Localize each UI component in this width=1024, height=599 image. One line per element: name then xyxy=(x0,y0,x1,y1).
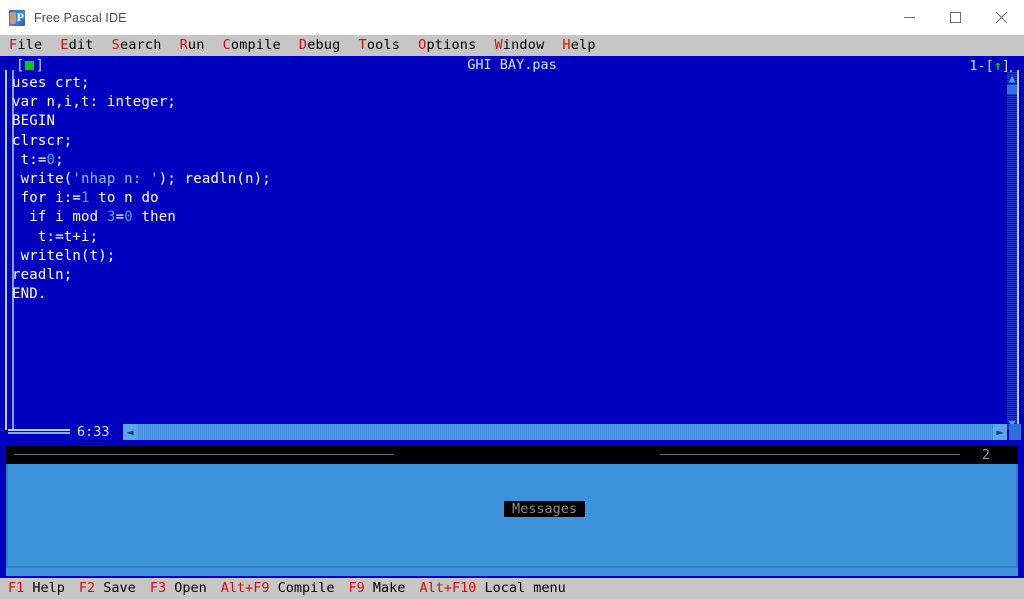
menu-item-tools[interactable]: Tools xyxy=(359,35,401,56)
menu-item-options[interactable]: Options xyxy=(418,35,476,56)
editor-horizontal-scrollbar[interactable]: ◄ ► xyxy=(123,424,1021,440)
code-line: uses crt; var n,i,t: integer; BEGIN clrs… xyxy=(12,75,176,168)
free-pascal-ide-window: P Free Pascal IDE File Edit Search Run C… xyxy=(0,0,1024,599)
close-icon[interactable] xyxy=(978,0,1024,35)
editor-vertical-scrollbar[interactable] xyxy=(1007,72,1017,430)
messages-window-number: 2 xyxy=(975,446,996,464)
status-key-altf10-local-menu[interactable]: Alt+F10 Local menu xyxy=(419,578,565,599)
menu-item-file[interactable]: File xyxy=(9,35,42,56)
number-literal: 0 xyxy=(46,151,56,168)
os-window-controls xyxy=(886,0,1024,35)
maximize-icon[interactable] xyxy=(932,0,978,35)
menu-item-help[interactable]: Help xyxy=(562,35,595,56)
menu-item-compile[interactable]: Compile xyxy=(223,35,281,56)
messages-window: Messages 2 xyxy=(6,446,1018,576)
menu-bar: File Edit Search Run Compile Debug Tools… xyxy=(0,35,1024,56)
scroll-right-arrow-icon[interactable]: ► xyxy=(993,424,1007,440)
editor-resize-corner[interactable] xyxy=(1009,424,1021,440)
editor-zoom-box[interactable]: 1-[↑] xyxy=(969,57,1010,75)
editor-window-number: 1 xyxy=(969,58,978,74)
editor-bottom-bar: 6:33 ◄ ► xyxy=(5,424,1021,441)
vertical-scroll-thumb[interactable] xyxy=(1007,85,1017,94)
messages-title: Messages xyxy=(504,501,586,517)
menu-item-debug[interactable]: Debug xyxy=(299,35,341,56)
minimize-icon[interactable] xyxy=(886,0,932,35)
os-title-bar: P Free Pascal IDE xyxy=(0,0,1024,36)
status-key-f3-open[interactable]: F3 Open xyxy=(150,578,207,599)
status-key-f1-help[interactable]: F1 Help xyxy=(8,578,65,599)
status-key-f9-make[interactable]: F9 Make xyxy=(349,578,406,599)
status-bar: F1 Help F2 Save F3 Open Alt+F9 Compile F… xyxy=(0,578,1024,599)
status-key-altf9-compile[interactable]: Alt+F9 Compile xyxy=(221,578,335,599)
editor-title-bar[interactable]: [] GHI BAY.pas 1-[↑] xyxy=(3,56,1021,76)
free-pascal-icon: P xyxy=(9,9,25,26)
os-window-title: Free Pascal IDE xyxy=(34,10,127,25)
string-literal: 'nhap n: ' xyxy=(72,171,159,188)
number-literal: 3 xyxy=(106,209,116,226)
menu-item-edit[interactable]: Edit xyxy=(60,35,93,56)
status-key-f2-save[interactable]: F2 Save xyxy=(79,578,136,599)
code-area[interactable]: uses crt; var n,i,t: integer; BEGIN clrs… xyxy=(12,74,997,426)
number-literal: 1 xyxy=(81,190,90,207)
editor-window: [] GHI BAY.pas 1-[↑] uses crt; var n,i,t… xyxy=(3,56,1021,441)
editor-title: GHI BAY.pas xyxy=(3,56,1021,75)
ide-desktop: [] GHI BAY.pas 1-[↑] uses crt; var n,i,t… xyxy=(0,56,1024,578)
menu-item-window[interactable]: Window xyxy=(494,35,544,56)
scroll-left-arrow-icon[interactable]: ◄ xyxy=(123,424,137,440)
menu-item-run[interactable]: Run xyxy=(180,35,205,56)
cursor-position-indicator: 6:33 xyxy=(77,424,110,440)
scroll-up-arrow-icon[interactable]: ▲ xyxy=(1006,72,1018,85)
menu-item-search[interactable]: Search xyxy=(112,35,162,56)
messages-title-bar[interactable]: Messages 2 xyxy=(6,446,1018,517)
number-literal: 0 xyxy=(124,209,133,226)
